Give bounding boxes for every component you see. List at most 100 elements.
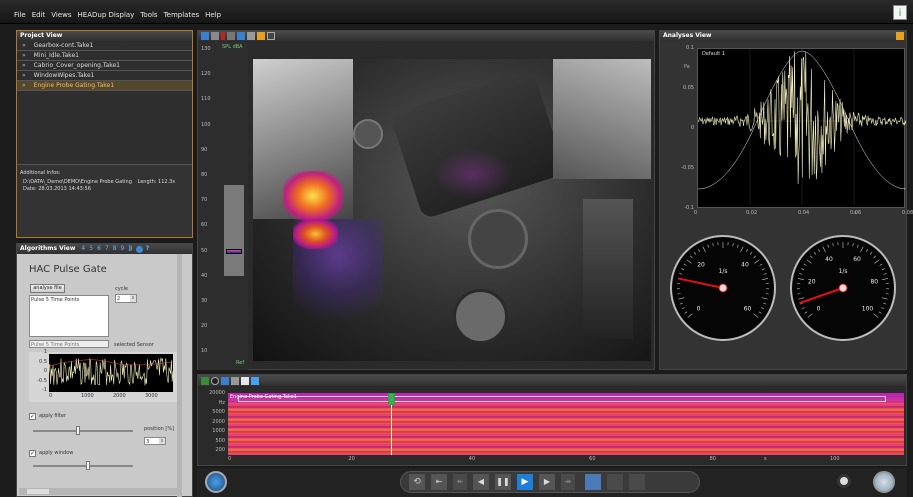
spin-arrows-icon[interactable]: ⇕	[130, 295, 136, 302]
spl-level-band	[224, 185, 244, 276]
horizontal-scrollbar[interactable]	[19, 488, 177, 495]
play-icon[interactable]: ▶	[517, 474, 533, 490]
chevron-down-icon[interactable]: »	[22, 42, 26, 49]
spl-scale: SPL dBA 130 120 110 100 90 80 70 60 50 40 30 20 10 R…	[198, 42, 248, 370]
analyse-file-button[interactable]: analyse file	[30, 284, 65, 293]
record-icon[interactable]	[221, 32, 225, 40]
layer-icon[interactable]	[257, 32, 265, 40]
loop-icon[interactable]: ⟲	[409, 474, 425, 490]
tab-scroll-icon[interactable]: ⟫	[128, 244, 132, 254]
chart-settings-icon[interactable]	[896, 32, 904, 40]
spl-tick-label: 40	[201, 272, 208, 279]
spectrogram-legend: Engine Probe Gating.Take1	[230, 394, 297, 400]
tab-9[interactable]: 9	[121, 244, 125, 254]
grid-icon[interactable]	[607, 474, 623, 490]
print-icon[interactable]	[211, 32, 219, 40]
spectrogram-image[interactable]: Engine Probe Gating.Take1	[228, 393, 904, 455]
rewind-icon[interactable]: ↞	[453, 474, 467, 490]
menu-edit[interactable]: Edit	[32, 11, 46, 19]
menu-views[interactable]: Views	[51, 11, 71, 19]
zoom-icon[interactable]	[227, 32, 235, 40]
transport-bar: ⟲ ⇤ ↞ ◀ ❚❚ ▶ ▶ ↠	[197, 468, 907, 497]
step-back-icon[interactable]: ◀	[473, 474, 489, 490]
y-tick-label: 0.05	[682, 85, 694, 91]
time-points-list[interactable]: Pulse 5 Time Points	[29, 295, 109, 337]
help-orb-icon[interactable]	[873, 471, 895, 493]
project-list-item[interactable]: » Gearbox-cont.Take1	[17, 41, 192, 51]
cycle-label: cycle	[115, 286, 128, 292]
window-slider-thumb[interactable]	[86, 461, 90, 470]
tools-icon[interactable]	[247, 32, 255, 40]
window-slider[interactable]	[33, 461, 133, 470]
engine-camera-image[interactable]	[253, 59, 651, 361]
selected-sensor-field[interactable]: Pulse 5 Time Points	[29, 340, 109, 348]
spl-level-marker[interactable]	[226, 248, 242, 254]
info-label: Additional Infos:	[20, 170, 61, 176]
tab-6[interactable]: 6	[97, 244, 101, 254]
tab-4[interactable]: 4	[81, 244, 85, 254]
pause-icon[interactable]: ❚❚	[495, 474, 511, 490]
project-list-item[interactable]: » WindowWipes.Take1	[17, 71, 192, 81]
menu-headup-display[interactable]: HEADup Display	[78, 11, 135, 19]
algorithms-view-panel: Algorithms View 456789 ⟫ ? HAC Pulse Gat…	[16, 243, 193, 497]
color-map-icon[interactable]	[267, 32, 275, 40]
project-item-label: Mini_Idle.Take1	[33, 52, 79, 59]
spectrum-icon[interactable]	[201, 377, 209, 385]
globe-icon[interactable]	[135, 245, 143, 253]
tab-7[interactable]: 7	[105, 244, 109, 254]
waveform-icon[interactable]	[585, 474, 601, 490]
go-to-start-icon[interactable]: ⇤	[431, 474, 447, 490]
forward-icon[interactable]: ↠	[561, 474, 575, 490]
apply-window-label: apply window	[39, 450, 74, 456]
x-tick-label: 0	[49, 393, 53, 399]
project-list-item[interactable]: » Mini_Idle.Take1	[17, 51, 192, 61]
project-list-item[interactable]: » Engine Probe Gating.Take1	[17, 81, 192, 91]
tab-8[interactable]: 8	[113, 244, 117, 254]
chevron-down-icon[interactable]: »	[22, 62, 26, 69]
x-tick-label: 0	[694, 210, 698, 216]
chevron-down-icon[interactable]: »	[22, 82, 26, 89]
selected-sensor-label: selected Sensor	[114, 342, 154, 348]
time-signal-chart[interactable]: Default 1	[697, 48, 906, 209]
frequency-tick-label: 5000	[212, 409, 225, 415]
time-cursor[interactable]	[387, 393, 395, 455]
window-icon[interactable]	[241, 377, 249, 385]
chevron-down-icon[interactable]: »	[22, 72, 26, 79]
tools-icon[interactable]	[231, 377, 239, 385]
menu-file[interactable]: File	[14, 11, 26, 19]
record-icon[interactable]	[211, 377, 219, 385]
info-button[interactable]: i	[893, 5, 907, 20]
tab-5[interactable]: 5	[89, 244, 93, 254]
filter-slider[interactable]	[33, 426, 133, 435]
help-icon[interactable]: ?	[146, 244, 149, 254]
project-list-item[interactable]: » Cabrio_Cover_opening.Take1	[17, 61, 192, 71]
x-tick-label: 3000	[145, 393, 158, 399]
cycle-stepper[interactable]: 2 ⇕	[115, 294, 137, 303]
chevron-down-icon[interactable]: »	[22, 52, 26, 59]
screen-icon[interactable]	[629, 474, 645, 490]
y-tick-label: 0.1	[686, 45, 694, 51]
pointer-icon[interactable]	[237, 32, 245, 40]
apply-window-checkbox[interactable]: ✓	[29, 450, 36, 457]
menu-templates[interactable]: Templates	[164, 11, 200, 19]
y-tick-label: 0	[43, 368, 47, 374]
project-orb-icon[interactable]	[205, 471, 227, 493]
step-forward-icon[interactable]: ▶	[539, 474, 555, 490]
apply-filter-checkbox[interactable]: ✓	[29, 413, 36, 420]
record-status-icon[interactable]	[837, 474, 851, 488]
cursor-handle[interactable]	[387, 393, 395, 405]
ref-label: Ref	[236, 360, 245, 366]
scrollbar-thumb[interactable]	[27, 489, 49, 494]
menu-help[interactable]: Help	[205, 11, 221, 19]
x-tick-label: 1000	[81, 393, 94, 399]
spin-arrows-icon[interactable]: ⇕	[159, 438, 165, 444]
vertical-scrollbar[interactable]	[177, 254, 182, 497]
project-item-label: Gearbox-cont.Take1	[33, 42, 94, 49]
settings-icon[interactable]	[251, 377, 259, 385]
pointer-icon[interactable]	[221, 377, 229, 385]
filter-slider-thumb[interactable]	[76, 426, 80, 435]
menu-tools[interactable]: Tools	[140, 11, 157, 19]
time-points-list-item[interactable]: Pulse 5 Time Points	[31, 297, 107, 303]
position-stepper[interactable]: 3 ⇕	[144, 437, 166, 445]
camera-icon[interactable]	[201, 32, 209, 40]
